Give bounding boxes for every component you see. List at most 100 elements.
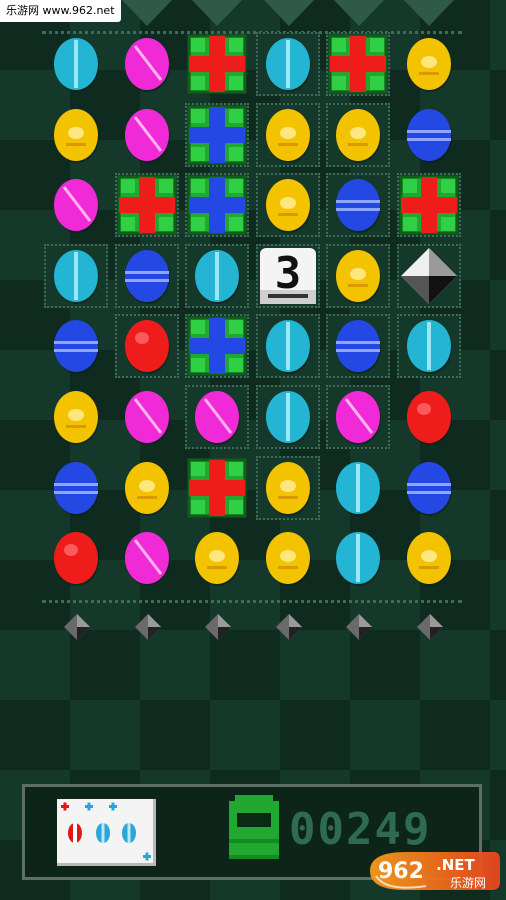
board-cell[interactable] [185,456,249,520]
blue-gem [54,320,99,375]
cyan-gem [54,249,99,304]
yellow-gem [407,532,452,587]
yellow-gem [54,108,99,163]
board-cell[interactable] [185,32,249,96]
board-cell[interactable]: 3 [255,243,320,308]
red-gift-block [328,34,388,94]
red-gift-block [187,34,247,94]
logo-subtitle: 乐游网 [450,876,486,890]
board-cell[interactable] [115,456,179,520]
mine-icon [417,614,443,640]
diamond-block [401,247,457,304]
board-cell[interactable] [397,173,461,238]
board-cell[interactable] [326,173,391,238]
cyan-gem [54,38,99,92]
cyan-gem [336,461,382,516]
board-cell[interactable] [397,385,461,449]
board-cell[interactable] [114,173,179,238]
powerup-card[interactable] [57,799,156,866]
yellow-gem [265,179,311,234]
red-gift-block [187,458,247,518]
magenta-gem [336,391,382,445]
blue-gem [336,320,382,375]
board-cell[interactable] [185,526,249,590]
mine-icon [64,614,90,640]
board-cell[interactable] [185,173,250,238]
board-cell[interactable] [185,314,250,379]
board-cell[interactable] [326,314,391,379]
board-cell[interactable] [255,455,320,520]
yellow-gem [195,532,241,587]
board-cell[interactable] [326,243,391,308]
board-cell[interactable] [44,385,108,449]
magenta-gem [124,108,170,163]
blue-gem [336,179,382,234]
board-cell[interactable] [255,173,320,238]
board-cell[interactable] [44,103,108,167]
board-cell[interactable] [256,526,320,590]
board-cell[interactable] [397,456,461,520]
board-cell[interactable] [255,385,320,449]
blue-gem [407,108,452,163]
mine-icon [275,614,302,640]
yellow-gem [124,461,170,516]
board-cell[interactable] [397,243,461,308]
board-cell[interactable] [326,102,391,167]
cyan-gem [265,391,311,445]
board-cell[interactable] [44,314,108,378]
logo-suffix: .NET [436,856,475,874]
board-cell[interactable] [44,456,108,520]
board-cell[interactable] [326,456,390,520]
yellow-gem [336,249,382,304]
board-cell[interactable] [44,243,108,308]
board-cell[interactable] [115,103,179,167]
board-rule [42,600,462,603]
red-gem [124,320,170,375]
magenta-gem [54,179,99,234]
board-cell[interactable] [44,32,108,96]
board-cell[interactable] [185,243,250,308]
cyan-gem [407,320,452,375]
mine-icon [346,614,373,640]
dice-value: 3 [275,248,302,299]
board-cell[interactable] [397,103,461,167]
board-cell[interactable] [397,314,461,379]
board-cell[interactable] [255,32,320,96]
powerup-card-icon [61,802,151,861]
dice-block: 3 [259,247,316,304]
board-cell[interactable] [326,526,390,590]
cyan-gem [336,532,382,587]
site-logo: 962 .NET 乐游网 [370,852,500,890]
green-phone-icon[interactable] [227,795,281,861]
board-cell[interactable] [397,32,461,96]
board-cell[interactable] [114,243,179,308]
red-gem [407,391,452,445]
blue-gift-block [187,175,247,235]
board-cell[interactable] [115,32,179,96]
board-cell[interactable] [44,526,108,590]
board-cell[interactable] [255,314,320,379]
blue-gem [124,249,170,304]
board-cell[interactable] [255,102,320,167]
board-cell[interactable] [115,526,179,590]
yellow-gem [265,532,311,587]
blue-gem [407,461,452,516]
red-gift-block [399,175,459,235]
cyan-gem [195,249,241,304]
board-cell[interactable] [326,385,391,449]
magenta-gem [124,391,170,445]
board-cell[interactable] [397,526,461,590]
board-cell[interactable] [114,314,179,379]
board-cell[interactable] [185,385,250,449]
board-cell[interactable] [185,102,250,167]
blue-gift-block [187,316,247,376]
blue-gift-block [187,105,247,165]
board-cell[interactable] [44,173,108,237]
yellow-gem [265,108,311,163]
game-board: 3 [0,0,506,640]
magenta-gem [124,38,170,92]
board-cell[interactable] [115,385,179,449]
board-cell[interactable] [326,32,391,96]
mine-icon [134,614,161,640]
logo-number: 962 [378,859,424,884]
